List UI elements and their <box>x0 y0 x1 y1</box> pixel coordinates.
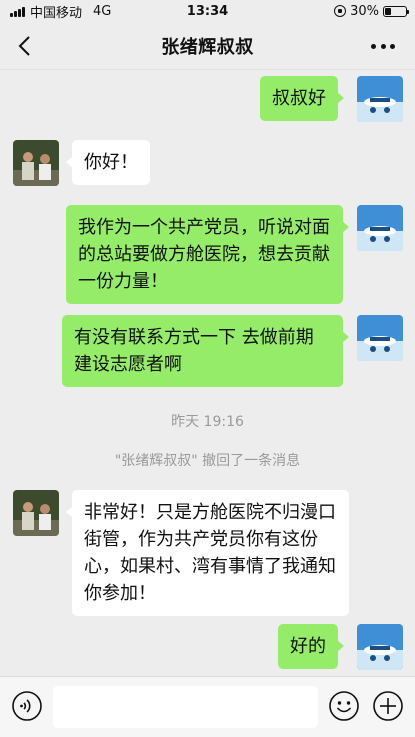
voice-button[interactable] <box>11 690 43 722</box>
carrier-label: 中国移动 <box>30 5 83 21</box>
message-bubble-other[interactable]: 非常好！只是方舱医院不归漫口街管，作为共产党员你有这份心，如果村、湾有事情了我通… <box>66 490 349 616</box>
battery-fill <box>385 7 391 15</box>
nav-bar: 张绪辉叔叔 <box>0 22 415 70</box>
message-bubble-me[interactable]: 我作为一个共产党员，听说对面的总站要做方舱医院，想去贡献一份力量！ <box>66 205 349 304</box>
avatar-image-icon <box>357 76 403 122</box>
my-avatar[interactable] <box>357 315 403 361</box>
avatar-image-icon <box>13 490 59 536</box>
status-bar: 中国移动 4G 13:34 30% <box>0 0 415 22</box>
plus-icon <box>373 691 403 721</box>
message-bubble-me[interactable]: 叔叔好 <box>260 76 344 121</box>
emoji-icon <box>329 691 359 721</box>
input-bar <box>0 676 415 737</box>
avatar-image-icon <box>357 624 403 670</box>
back-button[interactable] <box>14 34 38 58</box>
message-bubble-me[interactable]: 有没有联系方式一下 去做前期建设志愿者啊 <box>62 315 349 387</box>
emoji-button[interactable] <box>328 690 360 722</box>
avatar-image-icon <box>357 205 403 251</box>
rotation-lock-icon <box>334 5 347 17</box>
my-avatar[interactable] <box>357 205 403 251</box>
page-title: 张绪辉叔叔 <box>161 36 254 58</box>
more-button[interactable] <box>371 36 395 56</box>
voice-icon <box>12 691 42 721</box>
my-avatar[interactable] <box>357 76 403 122</box>
more-dot-icon <box>380 43 386 49</box>
more-dot-icon <box>390 43 395 49</box>
battery-percent: 30% <box>350 3 379 19</box>
status-left: 中国移动 4G <box>10 2 111 21</box>
contact-avatar[interactable] <box>13 140 59 186</box>
status-right: 30% <box>334 3 409 19</box>
avatar-image-icon <box>13 140 59 186</box>
more-dot-icon <box>371 43 376 49</box>
avatar-image-icon <box>357 315 403 361</box>
battery-icon <box>383 5 409 17</box>
my-avatar[interactable] <box>357 624 403 670</box>
recall-notice: "张绪辉叔叔" 撤回了一条消息 <box>114 453 301 469</box>
contact-avatar[interactable] <box>13 490 59 536</box>
message-bubble-other[interactable]: 你好！ <box>66 140 150 185</box>
chevron-left-icon <box>18 36 30 56</box>
message-bubble-me[interactable]: 好的 <box>278 624 344 669</box>
signal-icon <box>10 6 25 17</box>
network-label: 4G <box>93 3 112 19</box>
chat-area[interactable]: 叔叔好 你好！ 我作为一个共产党员，听说对面的总站要做方舱医院，想去贡献一份力量… <box>0 71 415 676</box>
message-input[interactable] <box>53 686 318 728</box>
timestamp: 昨天 19:16 <box>171 414 244 430</box>
more-functions-button[interactable] <box>372 690 404 722</box>
